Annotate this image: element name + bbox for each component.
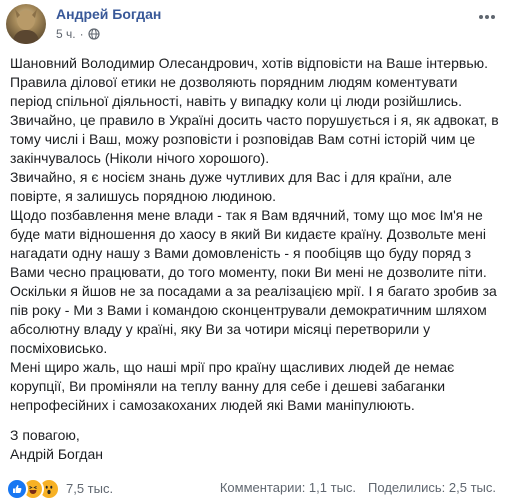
post-paragraph: Оскільки я йшов не за посадами а за реал… bbox=[10, 283, 497, 356]
shares-count[interactable]: Поделились: 2,5 тыс. bbox=[368, 478, 496, 498]
post-stats: Комментарии: 1,1 тыс. Поделились: 2,5 ты… bbox=[220, 478, 496, 498]
post-paragraph: Звичайно, я є носієм знань дуже чутливих… bbox=[10, 169, 452, 204]
more-options-icon[interactable] bbox=[476, 10, 498, 24]
avatar[interactable] bbox=[6, 4, 46, 44]
post-paragraph: Мені щиро жаль, що наші мрії про країну … bbox=[10, 359, 455, 413]
globe-icon[interactable] bbox=[87, 28, 100, 40]
avatar-image bbox=[12, 9, 40, 44]
signature-closing: З повагою, bbox=[10, 427, 80, 443]
reactions-count[interactable]: 7,5 тыс. bbox=[66, 479, 113, 499]
post-footer: 7,5 тыс. Комментарии: 1,1 тыс. Поделилис… bbox=[4, 478, 504, 500]
author-name[interactable]: Андрей Богдан bbox=[56, 6, 161, 22]
post-meta: 5 ч. · bbox=[56, 27, 100, 41]
post-paragraph: Шановний Володимир Олесандрович, хотів в… bbox=[10, 55, 488, 109]
post-body: Шановний Володимир Олесандрович, хотів в… bbox=[10, 54, 502, 464]
post-paragraph: Звичайно, це правило в Україні досить ча… bbox=[10, 112, 499, 166]
comments-count[interactable]: Комментарии: 1,1 тыс. bbox=[220, 478, 356, 498]
post-time[interactable]: 5 ч. bbox=[56, 27, 76, 41]
post-paragraph: Щодо позбавлення мене влади - так я Вам … bbox=[10, 207, 487, 280]
meta-separator: · bbox=[79, 27, 84, 41]
like-reaction-icon bbox=[6, 478, 28, 500]
signature-name: Андрій Богдан bbox=[10, 446, 103, 462]
reactions-summary[interactable]: 7,5 тыс. bbox=[6, 478, 113, 500]
post-header: Андрей Богдан 5 ч. · bbox=[6, 4, 502, 52]
stats-gap bbox=[356, 478, 368, 498]
